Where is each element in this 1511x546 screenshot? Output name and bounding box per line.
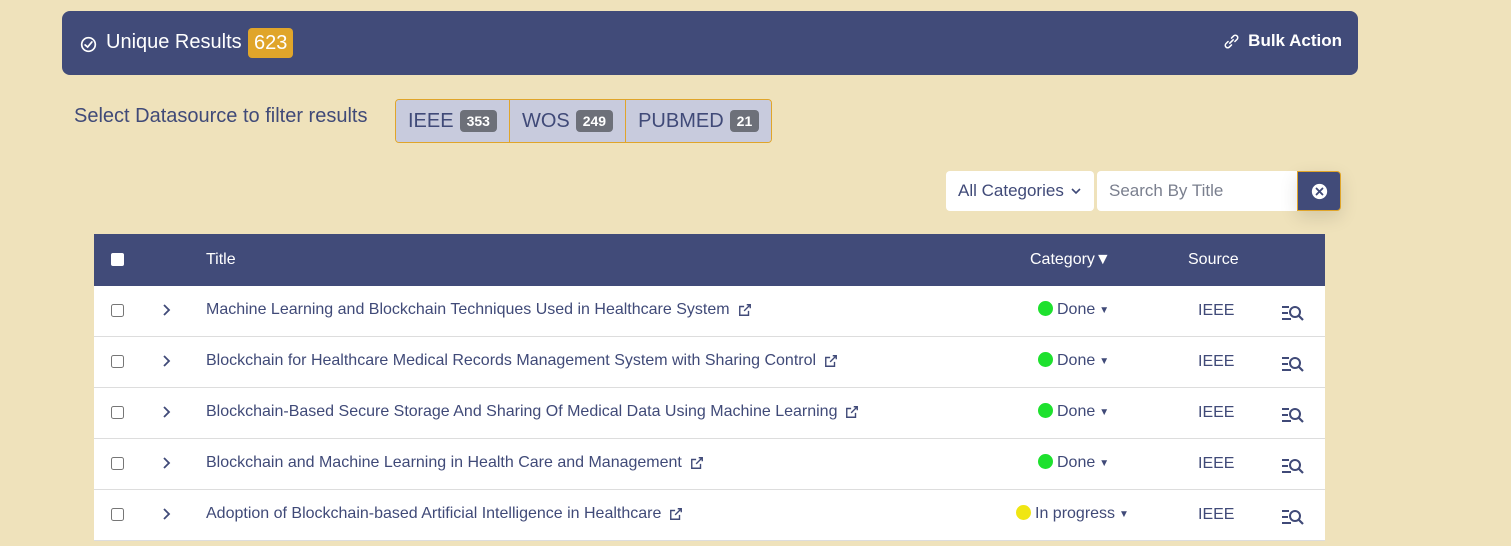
row-source: IEEE [1198,353,1235,370]
external-link-icon [846,406,859,418]
row-source: IEEE [1198,455,1235,472]
row-source: IEEE [1198,302,1235,319]
row-checkbox[interactable] [111,355,124,368]
datasource-name: IEEE [408,109,454,132]
datasource-ieee-button[interactable]: IEEE 353 [396,100,510,142]
chevron-down-icon [1071,188,1081,195]
results-table: Title Category▼ Source Machine Learning … [94,234,1325,541]
view-details-icon[interactable] [1281,508,1305,526]
datasource-count-badge: 249 [575,110,614,132]
status-dot [1016,504,1031,520]
row-title-link[interactable]: Adoption of Blockchain-based Artificial … [206,505,683,523]
link-icon [1224,34,1239,48]
external-link-icon [690,457,703,469]
chevron-right-icon[interactable] [161,354,171,368]
results-count-badge: 623 [248,28,294,58]
status-dot [1038,453,1053,469]
external-link-icon [825,355,838,367]
view-details-icon[interactable] [1281,406,1305,424]
category-column-header[interactable]: Category▼ [1030,251,1111,269]
status-dot [1038,300,1053,316]
row-title: Blockchain for Healthcare Medical Record… [206,352,817,369]
row-title: Blockchain-Based Secure Storage And Shar… [206,403,838,420]
row-source: IEEE [1198,506,1235,523]
table-row: Machine Learning and Blockchain Techniqu… [94,286,1325,337]
chevron-right-icon[interactable] [161,405,171,419]
datasource-name: PUBMED [638,109,724,132]
status-label: Done [1057,403,1096,420]
row-title-link[interactable]: Blockchain for Healthcare Medical Record… [206,352,838,370]
caret-down-icon: ▼ [1099,304,1110,316]
table-row: Adoption of Blockchain-based Artificial … [94,490,1325,541]
datasource-name: WOS [521,109,570,132]
table-header: Title Category▼ Source [94,234,1325,286]
status-dropdown[interactable]: Done ▼ [1038,300,1110,319]
view-details-icon[interactable] [1281,355,1305,373]
datasource-filter-group: IEEE 353 WOS 249 PUBMED 21 [395,99,773,143]
category-select-value: All Categories [958,181,1064,200]
status-label: In progress [1035,505,1116,522]
status-dot [1038,351,1053,367]
status-dropdown[interactable]: Done ▼ [1038,453,1110,472]
row-title: Adoption of Blockchain-based Artificial … [206,505,662,522]
datasource-count-badge: 353 [459,110,497,132]
title-column-header: Title [206,251,236,268]
status-label: Done [1057,301,1096,318]
chevron-right-icon[interactable] [161,456,171,470]
close-circle-icon [1311,183,1327,199]
results-header: Unique Results 623 Bulk Action [62,11,1358,75]
row-checkbox[interactable] [111,457,124,470]
row-checkbox[interactable] [111,508,124,521]
row-checkbox[interactable] [111,304,124,317]
chevron-right-icon[interactable] [161,303,171,317]
category-select[interactable]: All Categories [946,171,1094,211]
caret-down-icon: ▼ [1119,508,1129,520]
view-details-icon[interactable] [1281,304,1305,322]
chevron-right-icon[interactable] [161,507,171,521]
status-label: Done [1057,454,1096,471]
datasource-filter-label: Select Datasource to filter results [74,105,368,127]
row-checkbox[interactable] [111,406,124,419]
datasource-count-badge: 21 [729,110,760,132]
row-title-link[interactable]: Machine Learning and Blockchain Techniqu… [206,301,752,319]
table-row: Blockchain for Healthcare Medical Record… [94,337,1325,388]
source-column-header: Source [1188,251,1239,268]
table-row: Blockchain-Based Secure Storage And Shar… [94,388,1325,439]
row-title-link[interactable]: Blockchain and Machine Learning in Healt… [206,454,704,472]
row-source: IEEE [1198,404,1235,421]
row-title: Blockchain and Machine Learning in Healt… [206,454,682,471]
datasource-pubmed-button[interactable]: PUBMED 21 [626,100,772,142]
datasource-wos-button[interactable]: WOS 249 [509,100,627,142]
select-all-checkbox[interactable] [111,253,124,266]
row-title: Machine Learning and Blockchain Techniqu… [206,301,730,318]
view-details-icon[interactable] [1281,457,1305,475]
status-dropdown[interactable]: In progress ▼ [1016,504,1129,523]
table-row: Blockchain and Machine Learning in Healt… [94,439,1325,490]
clear-search-button[interactable] [1297,171,1341,211]
status-dropdown[interactable]: Done ▼ [1038,402,1110,421]
row-title-link[interactable]: Blockchain-Based Secure Storage And Shar… [206,403,859,421]
status-dot [1038,402,1053,418]
check-circle-icon [80,36,97,53]
external-link-icon [670,508,683,520]
caret-down-icon: ▼ [1099,355,1110,367]
caret-down-icon: ▼ [1099,406,1110,418]
search-title-input[interactable] [1097,171,1297,211]
status-label: Done [1057,352,1096,369]
results-title: Unique Results [106,31,242,53]
bulk-action-button[interactable]: Bulk Action [1223,31,1342,51]
caret-down-icon: ▼ [1099,457,1110,469]
external-link-icon [738,304,751,316]
bulk-action-label: Bulk Action [1248,31,1342,50]
status-dropdown[interactable]: Done ▼ [1038,351,1110,370]
